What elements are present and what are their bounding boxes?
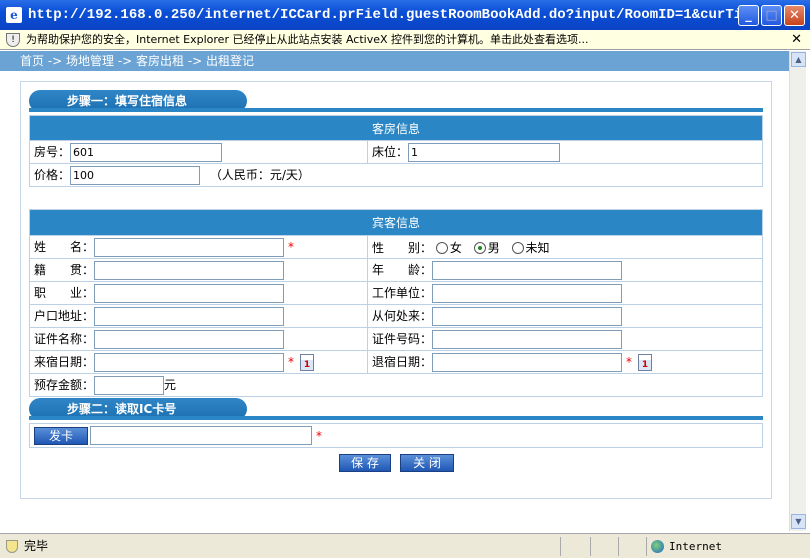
step2-divider <box>29 416 763 420</box>
globe-icon <box>651 540 664 553</box>
radio-female-icon[interactable] <box>435 242 448 254</box>
gender-radio-female[interactable]: 女 <box>435 240 462 255</box>
gender-label: 性 别： <box>372 240 433 255</box>
name-input[interactable] <box>94 237 285 257</box>
id-no-label: 证件号码： <box>372 331 433 346</box>
address-input[interactable] <box>94 306 285 326</box>
bed-label: 床位： <box>372 144 409 159</box>
job-input[interactable] <box>94 283 285 303</box>
employer-input[interactable] <box>432 283 623 303</box>
deposit-input[interactable] <box>94 375 165 395</box>
from-input[interactable] <box>432 306 623 326</box>
price-unit: （人民币：元/天） <box>209 167 310 182</box>
gender-option-male: 男 <box>487 240 500 255</box>
deposit-unit: 元 <box>164 377 177 392</box>
gender-radio-unknown[interactable]: 未知 <box>511 240 550 255</box>
information-bar[interactable]: ! 为帮助保护您的安全，Internet Explorer 已经停止从此站点安装… <box>0 30 810 50</box>
ie-page-icon: e <box>6 7 22 23</box>
name-required-mark: * <box>288 240 295 254</box>
bed-input[interactable]: 1 <box>408 142 561 162</box>
security-zone[interactable]: Internet <box>646 537 806 556</box>
window-title: http://192.168.0.250/internet/ICCard.prF… <box>28 7 740 23</box>
guest-info-table: 宾客信息 姓 名： * 性 别： 女 男 未知 籍 贯： 年 龄： 职 业： 工… <box>29 209 763 397</box>
price-input[interactable]: 100 <box>70 165 201 185</box>
scroll-down-arrow-icon[interactable]: ▼ <box>791 514 806 529</box>
origin-input[interactable] <box>94 260 285 280</box>
price-label: 价格： <box>34 167 71 182</box>
room-info-table: 客房信息 房号： 601 床位： 1 价格： 100 （人民币：元/天） <box>29 115 763 187</box>
radio-unknown-icon[interactable] <box>511 242 524 254</box>
issue-card-button[interactable]: 发卡 <box>34 426 88 445</box>
status-divider <box>560 537 561 556</box>
maximize-button[interactable]: □ <box>761 5 782 26</box>
job-label: 职 业： <box>34 285 95 300</box>
card-required-mark: * <box>316 428 322 443</box>
age-label: 年 龄： <box>372 262 433 277</box>
close-button[interactable]: 关 闭 <box>400 454 454 472</box>
deposit-label: 预存金额： <box>34 377 95 392</box>
room-no-input[interactable]: 601 <box>70 142 223 162</box>
room-no-label: 房号： <box>34 144 71 159</box>
from-label: 从何处来： <box>372 308 433 323</box>
checkin-required-mark: * <box>288 355 295 369</box>
information-bar-text[interactable]: 为帮助保护您的安全，Internet Explorer 已经停止从此站点安装 A… <box>26 30 589 49</box>
step1-divider <box>29 108 763 112</box>
vertical-scrollbar[interactable]: ▲ ▼ <box>789 51 806 531</box>
breadcrumb: 首页 -> 场地管理 -> 客房出租 -> 出租登记 <box>0 51 789 71</box>
id-type-input[interactable] <box>94 329 285 349</box>
card-table: 发卡 * <box>29 423 763 448</box>
address-label: 户口地址： <box>34 308 95 323</box>
shield-icon: ! <box>6 32 20 47</box>
status-bar: 完毕 Internet <box>0 533 810 558</box>
zone-label: Internet <box>669 540 722 553</box>
card-number-input[interactable] <box>90 426 312 445</box>
origin-label: 籍 贯： <box>34 262 95 277</box>
id-type-label: 证件名称： <box>34 331 95 346</box>
save-button[interactable]: 保 存 <box>339 454 391 472</box>
checkin-calendar-icon[interactable]: 1 <box>300 353 315 371</box>
gender-radio-male[interactable]: 男 <box>473 240 500 255</box>
checkin-input[interactable] <box>94 352 285 372</box>
checkout-required-mark: * <box>626 355 633 369</box>
id-no-input[interactable] <box>432 329 623 349</box>
close-window-button[interactable]: ✕ <box>784 5 805 26</box>
checkout-label: 退宿日期： <box>372 354 433 369</box>
gender-option-unknown: 未知 <box>525 240 550 255</box>
status-divider <box>590 537 591 556</box>
page-content: 首页 -> 场地管理 -> 客房出租 -> 出租登记 步骤一：填写住宿信息 客房… <box>0 51 789 531</box>
radio-male-icon[interactable] <box>473 242 486 254</box>
status-text: 完毕 <box>24 539 49 553</box>
scroll-up-arrow-icon[interactable]: ▲ <box>791 52 806 67</box>
employer-label: 工作单位： <box>372 285 433 300</box>
gender-option-female: 女 <box>449 240 462 255</box>
status-divider <box>618 537 619 556</box>
form-panel: 步骤一：填写住宿信息 客房信息 房号： 601 床位： 1 价格： 100 （人民币：… <box>20 81 772 499</box>
status-shield-icon <box>6 540 18 553</box>
close-infobar-icon[interactable]: ✕ <box>791 30 802 49</box>
checkout-input[interactable] <box>432 352 623 372</box>
age-input[interactable] <box>432 260 623 280</box>
checkout-calendar-icon[interactable]: 1 <box>638 353 653 371</box>
guest-section-header: 宾客信息 <box>29 209 763 236</box>
checkin-label: 来宿日期： <box>34 354 95 369</box>
window-title-bar[interactable]: e http://192.168.0.250/internet/ICCard.p… <box>0 0 810 30</box>
room-section-header: 客房信息 <box>29 115 763 141</box>
name-label: 姓 名： <box>34 239 95 254</box>
minimize-button[interactable]: _ <box>738 5 759 26</box>
